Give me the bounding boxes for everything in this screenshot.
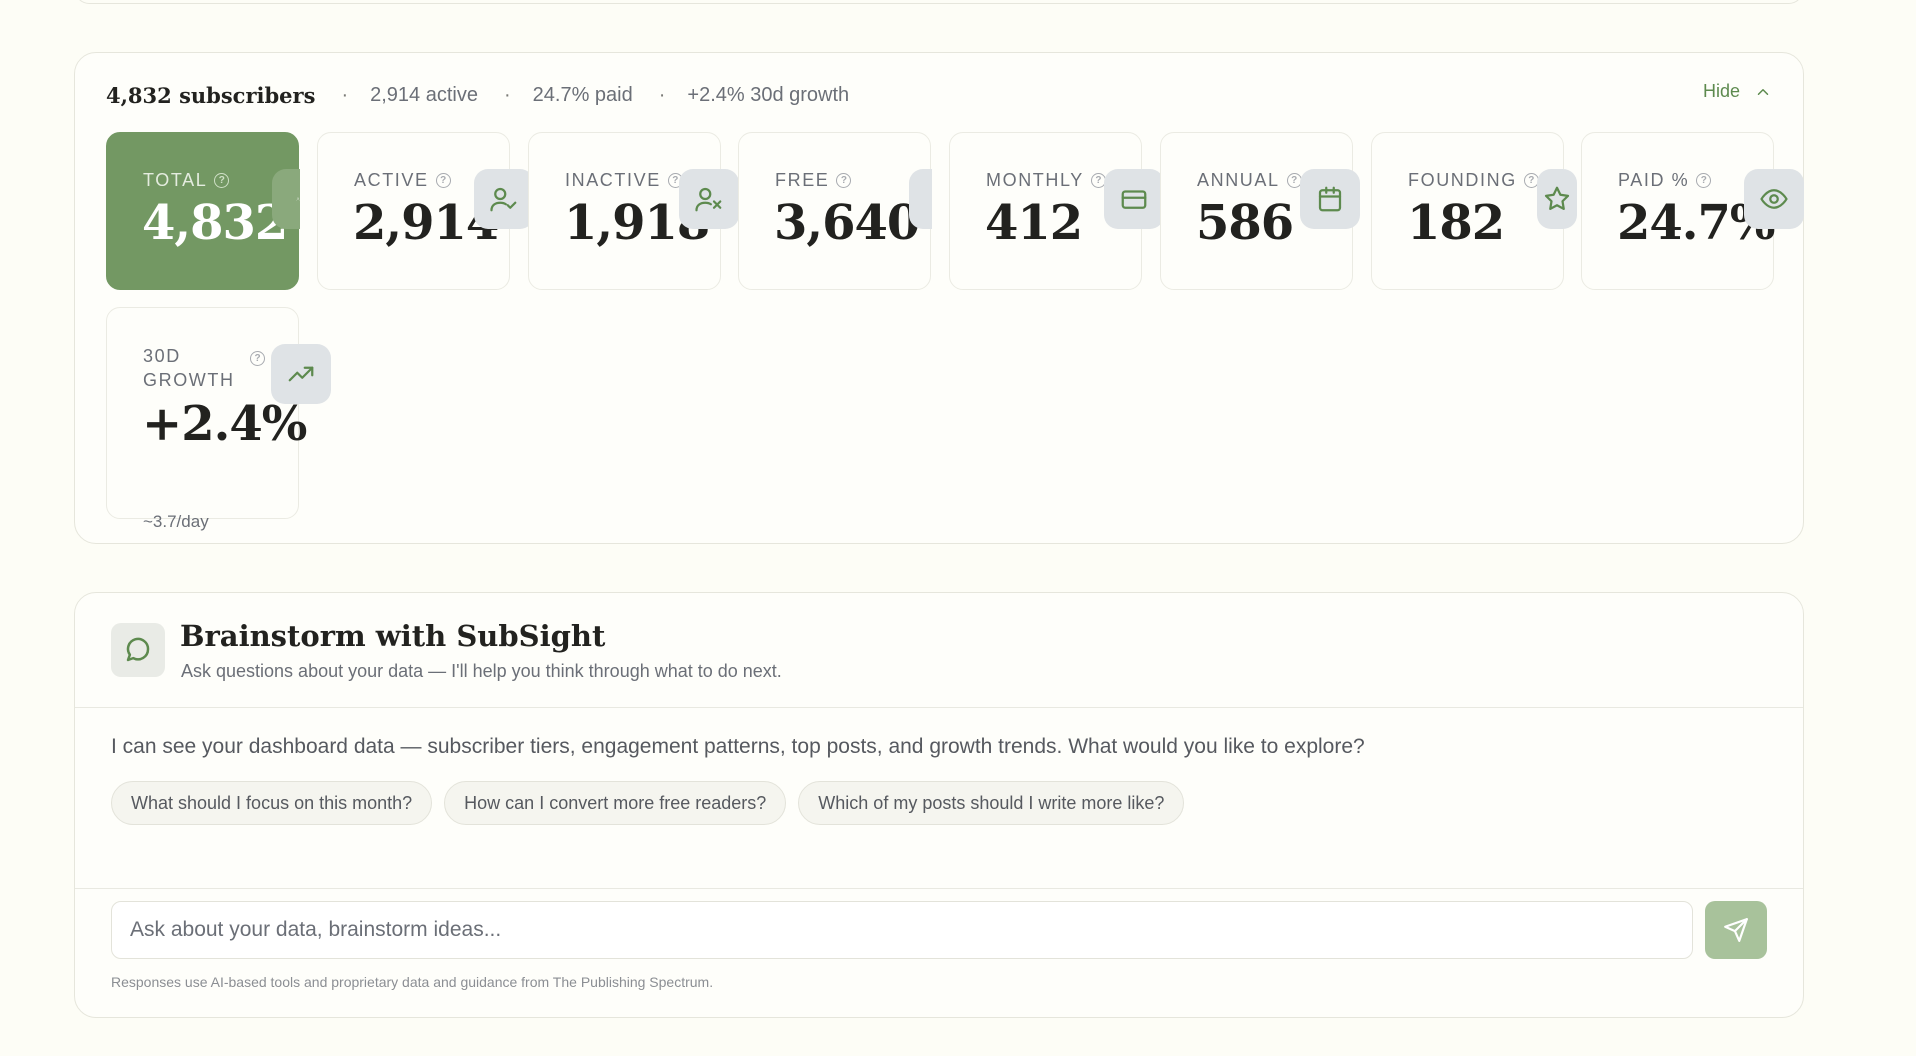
tile-value: +2.4% bbox=[142, 396, 307, 452]
tile-label-row: TOTAL ? bbox=[143, 170, 230, 191]
brainstorm-header: Brainstorm with SubSight Ask questions a… bbox=[75, 593, 1803, 708]
tile-label-row: ACTIVE ? bbox=[354, 170, 451, 191]
stat-tile-paid-percent[interactable]: PAID % ? 24.7% bbox=[1581, 132, 1804, 290]
send-button[interactable] bbox=[1705, 901, 1767, 959]
brainstorm-title: Brainstorm with SubSight bbox=[180, 619, 606, 653]
suggestion-chip[interactable]: Which of my posts should I write more li… bbox=[798, 781, 1185, 825]
stats-header: 4,832 subscribers · 2,914 active · 24.7%… bbox=[106, 75, 1772, 115]
tile-label: TOTAL bbox=[143, 170, 208, 190]
tile-label-row: INACTIVE ? bbox=[565, 170, 683, 191]
stat-tile-inactive[interactable]: INACTIVE ? 1,918 bbox=[528, 132, 739, 290]
suggestion-chip[interactable]: What should I focus on this month? bbox=[111, 781, 433, 825]
users-icon bbox=[909, 169, 932, 229]
tile-label-row: FOUNDING ? bbox=[1408, 170, 1539, 191]
stat-tile-30d-growth[interactable]: 30D GROWTH ? +2.4% ~3.7/day bbox=[106, 307, 331, 531]
user-icon bbox=[272, 169, 300, 229]
active-summary: 2,914 active bbox=[370, 83, 478, 106]
eye-icon bbox=[1744, 169, 1804, 229]
tile-label: INACTIVE bbox=[565, 170, 661, 190]
help-icon[interactable]: ? bbox=[250, 351, 265, 366]
help-icon[interactable]: ? bbox=[1696, 173, 1712, 188]
stat-tile-active[interactable]: ACTIVE ? 2,914 bbox=[317, 132, 534, 290]
help-icon[interactable]: ? bbox=[435, 173, 451, 188]
previous-card-edge bbox=[75, 0, 1803, 4]
stat-tile-total[interactable]: TOTAL ? 4,832 bbox=[106, 132, 300, 290]
hide-label: Hide bbox=[1702, 81, 1740, 101]
chat-input[interactable] bbox=[111, 901, 1693, 959]
hide-stats-button[interactable]: Hide bbox=[1703, 81, 1772, 102]
tile-label: PAID % bbox=[1618, 170, 1690, 190]
stat-tile-monthly[interactable]: MONTHLY ? 412 bbox=[949, 132, 1164, 290]
chevron-up-icon bbox=[1757, 88, 1769, 95]
trending-up-icon bbox=[271, 344, 331, 404]
tile-label: ACTIVE bbox=[354, 170, 429, 190]
tile-value: 412 bbox=[985, 195, 1083, 251]
subscriber-stats-card: 4,832 subscribers · 2,914 active · 24.7%… bbox=[74, 52, 1804, 544]
tile-label: ANNUAL bbox=[1197, 170, 1280, 190]
tile-value: 182 bbox=[1407, 195, 1505, 251]
paid-summary: 24.7% paid bbox=[532, 83, 633, 106]
tile-label: FOUNDING bbox=[1408, 170, 1517, 190]
tile-label: FREE bbox=[775, 170, 830, 190]
chat-composer: Responses use AI-based tools and proprie… bbox=[75, 888, 1803, 1017]
tile-label-row: MONTHLY ? bbox=[986, 170, 1106, 191]
suggestion-chip[interactable]: How can I convert more free readers? bbox=[444, 781, 787, 825]
tile-value: 4,832 bbox=[142, 195, 288, 251]
calendar-icon bbox=[1300, 169, 1360, 229]
tile-label-row: FREE ? bbox=[775, 170, 852, 191]
separator: · bbox=[658, 83, 666, 106]
help-icon[interactable]: ? bbox=[214, 173, 230, 188]
tile-subvalue: ~3.7/day bbox=[143, 512, 209, 531]
brainstorm-subtitle: Ask questions about your data — I'll hel… bbox=[181, 661, 782, 681]
assistant-message: I can see your dashboard data — subscrib… bbox=[111, 735, 1365, 758]
suggestion-chips: What should I focus on this month? How c… bbox=[111, 781, 1185, 825]
stat-tile-free[interactable]: FREE ? 3,640 bbox=[738, 132, 932, 290]
tile-label: 30D GROWTH bbox=[143, 346, 235, 390]
tile-value: 3,640 bbox=[774, 195, 920, 251]
star-icon bbox=[1537, 169, 1577, 229]
stat-tile-annual[interactable]: ANNUAL ? 586 bbox=[1160, 132, 1360, 290]
page: 4,832 subscribers · 2,914 active · 24.7%… bbox=[0, 0, 1916, 1056]
send-icon bbox=[1724, 918, 1748, 942]
user-check-icon bbox=[474, 169, 534, 229]
separator: · bbox=[503, 83, 511, 106]
tile-label-row: 30D GROWTH ? bbox=[143, 344, 265, 392]
separator: · bbox=[341, 83, 349, 106]
stat-tile-founding[interactable]: FOUNDING ? 182 bbox=[1371, 132, 1577, 290]
subscribers-total-title: 4,832 subscribers bbox=[106, 82, 316, 108]
help-icon[interactable]: ? bbox=[836, 173, 852, 188]
tile-value: 586 bbox=[1196, 195, 1294, 251]
ai-disclaimer: Responses use AI-based tools and proprie… bbox=[111, 974, 714, 990]
brainstorm-card: Brainstorm with SubSight Ask questions a… bbox=[74, 592, 1804, 1018]
tile-label-row: PAID % ? bbox=[1618, 170, 1712, 191]
tile-label: MONTHLY bbox=[986, 170, 1084, 190]
growth-summary: +2.4% 30d growth bbox=[687, 83, 850, 106]
message-circle-icon bbox=[111, 623, 165, 677]
tile-label-row: ANNUAL ? bbox=[1197, 170, 1302, 191]
credit-card-icon bbox=[1104, 169, 1164, 229]
user-x-icon bbox=[679, 169, 739, 229]
